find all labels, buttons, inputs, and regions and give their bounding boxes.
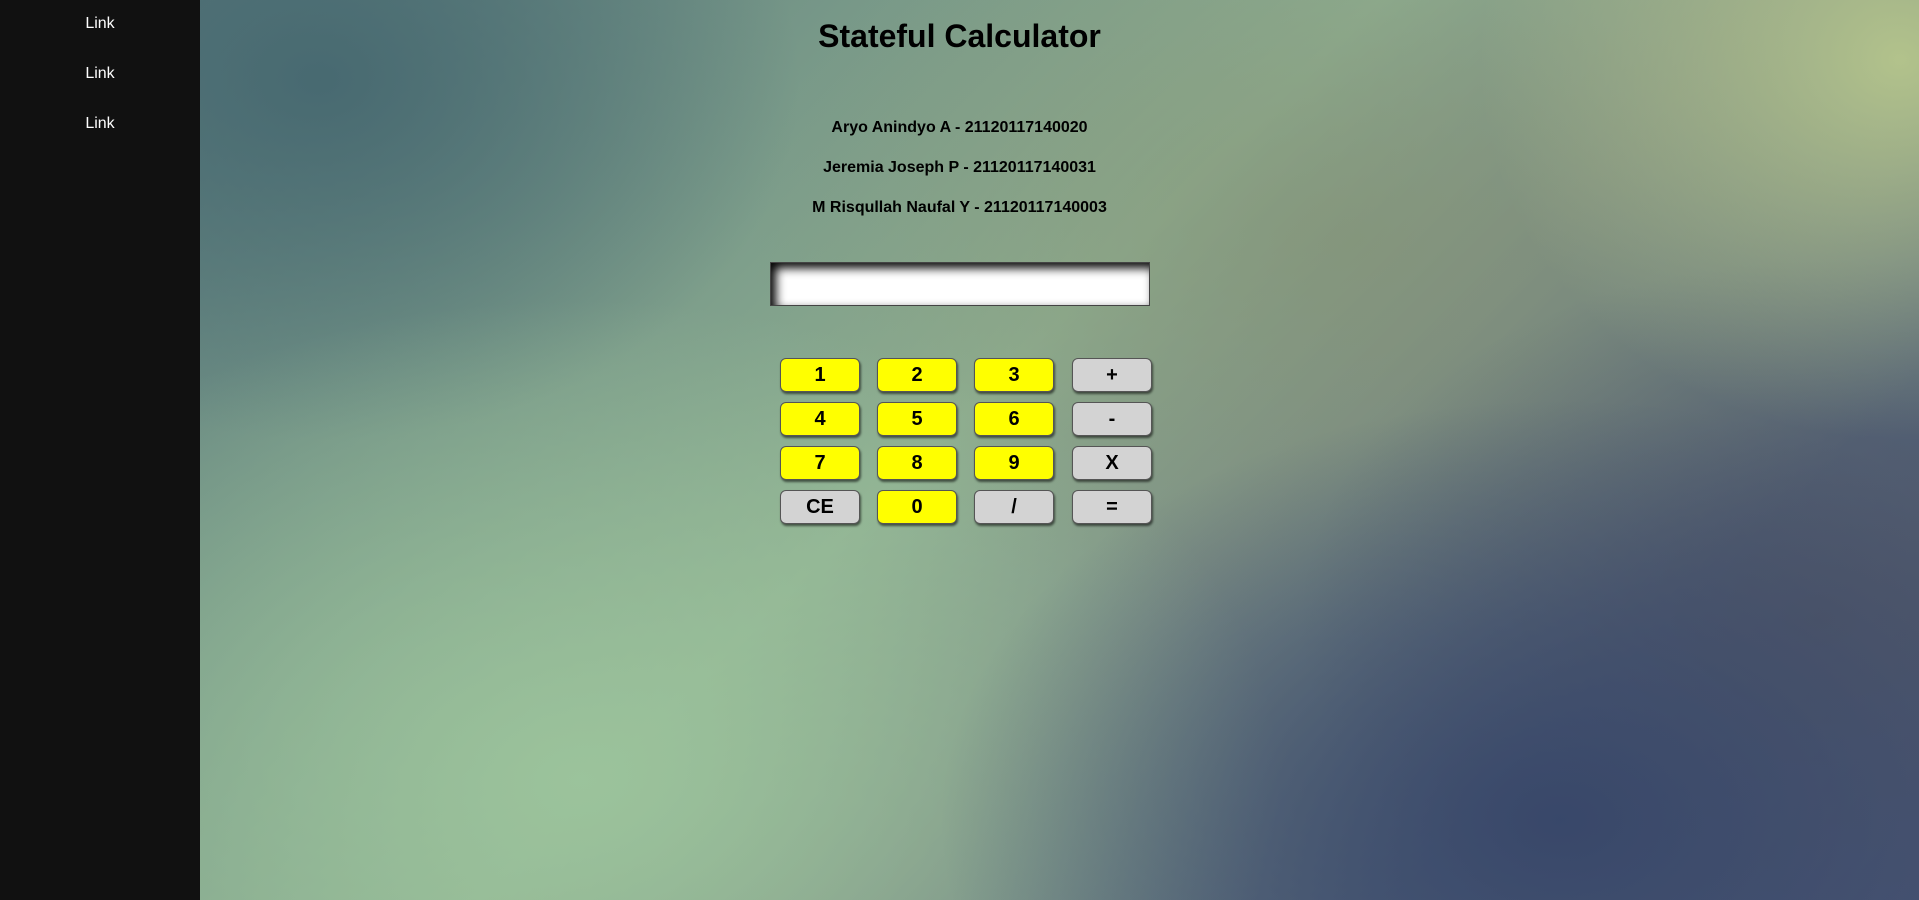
key-2[interactable]: 2: [877, 358, 957, 392]
key-equals[interactable]: =: [1072, 490, 1152, 524]
main-content: Stateful Calculator Aryo Anindyo A - 211…: [200, 0, 1919, 900]
key-5[interactable]: 5: [877, 402, 957, 436]
key-3[interactable]: 3: [974, 358, 1054, 392]
key-6[interactable]: 6: [974, 402, 1054, 436]
key-add[interactable]: +: [1072, 358, 1152, 392]
sidebar-link-3[interactable]: Link: [0, 100, 200, 150]
sidebar: Link Link Link: [0, 0, 200, 900]
member-name: Aryo Anindyo A - 21120117140020: [831, 119, 1088, 136]
key-8[interactable]: 8: [877, 446, 957, 480]
sidebar-link-1[interactable]: Link: [0, 0, 200, 50]
calculator-display[interactable]: [770, 262, 1150, 306]
member-name: M Risqullah Naufal Y - 21120117140003: [812, 199, 1107, 216]
sidebar-link-2[interactable]: Link: [0, 50, 200, 100]
key-subtract[interactable]: -: [1072, 402, 1152, 436]
key-multiply[interactable]: X: [1072, 446, 1152, 480]
page-title: Stateful Calculator: [818, 18, 1101, 54]
key-clear-entry[interactable]: CE: [780, 490, 860, 524]
key-9[interactable]: 9: [974, 446, 1054, 480]
member-list: Aryo Anindyo A - 21120117140020 Jeremia …: [200, 118, 1719, 238]
key-4[interactable]: 4: [780, 402, 860, 436]
key-7[interactable]: 7: [780, 446, 860, 480]
key-1[interactable]: 1: [780, 358, 860, 392]
key-0[interactable]: 0: [877, 490, 957, 524]
key-divide[interactable]: /: [974, 490, 1054, 524]
member-name: Jeremia Joseph P - 21120117140031: [823, 159, 1096, 176]
